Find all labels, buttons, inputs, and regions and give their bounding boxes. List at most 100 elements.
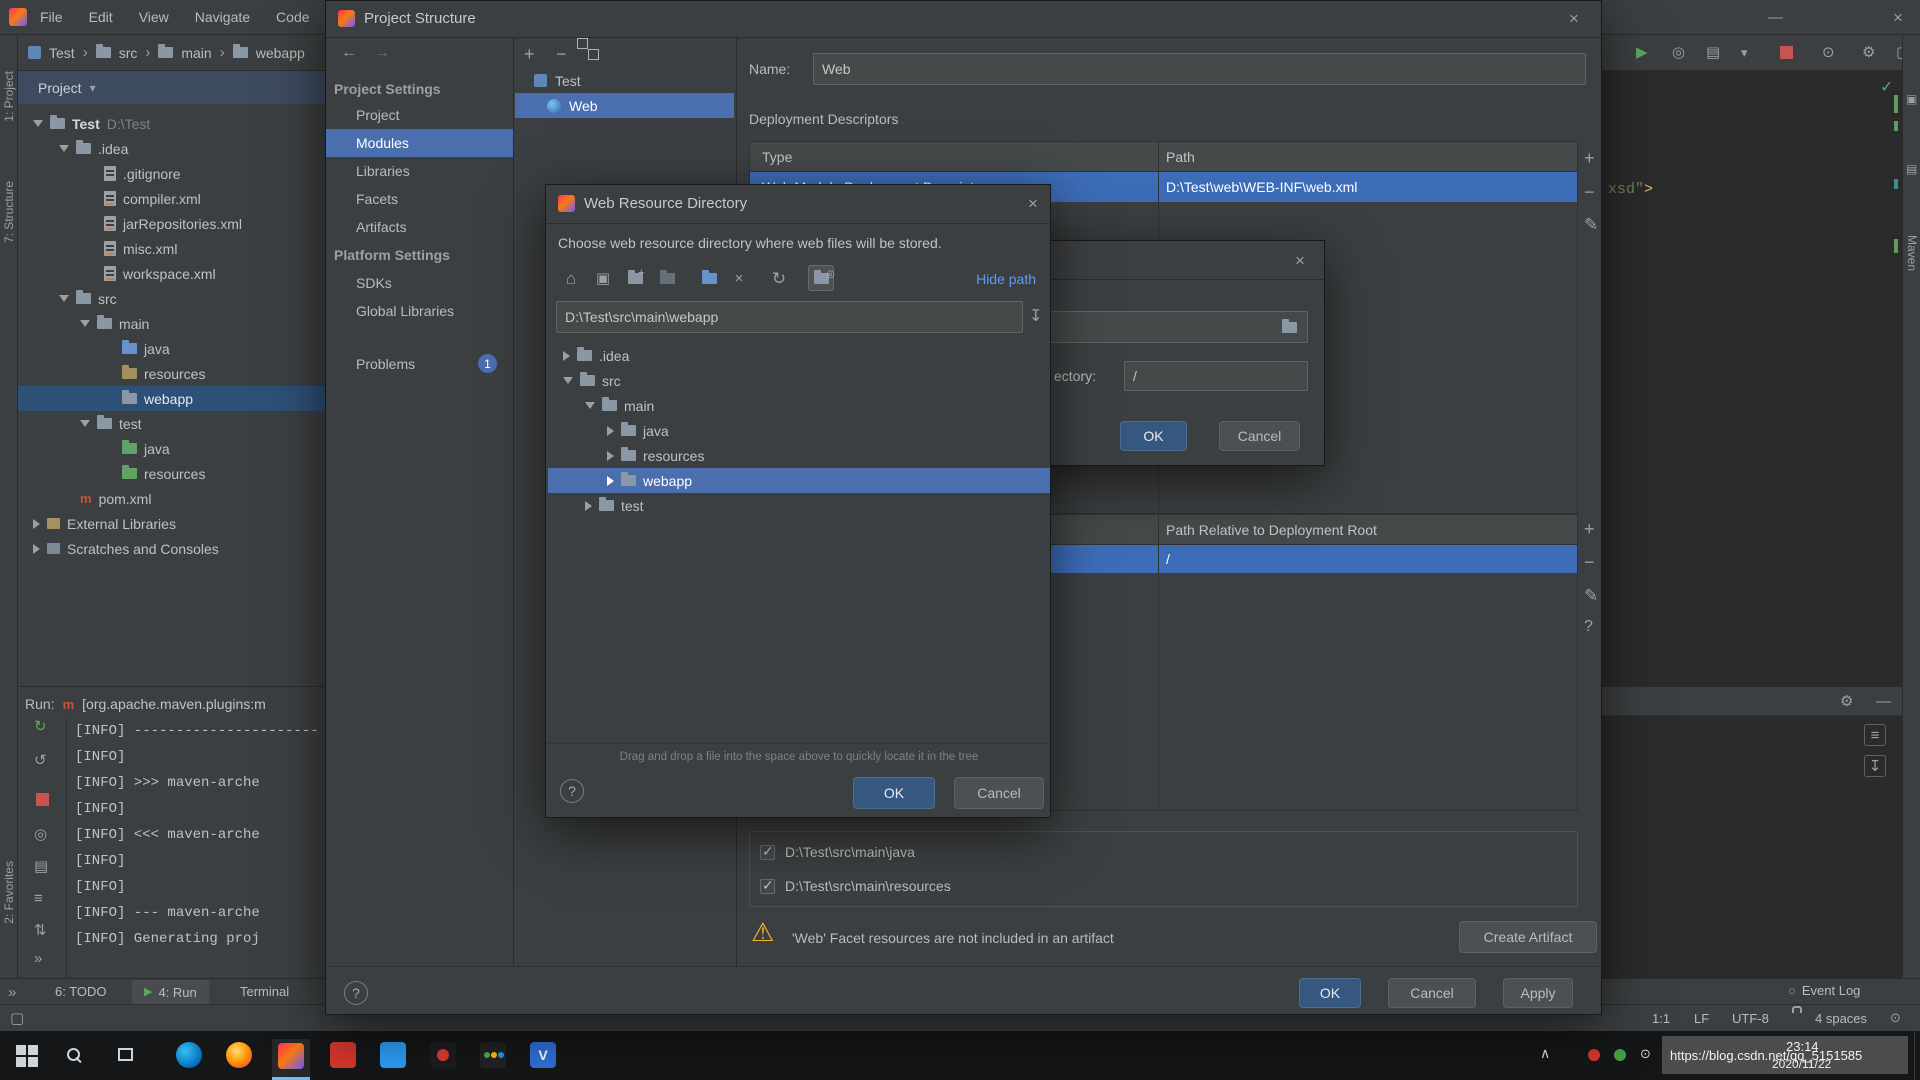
show-desktop-button[interactable] (1914, 1031, 1915, 1080)
edge-app-icon[interactable] (176, 1042, 202, 1068)
add-module-icon[interactable]: + (524, 45, 535, 63)
editor-area[interactable]: xsd"> ✓ (1602, 71, 1902, 686)
soft-wrap-icon[interactable]: ≡ (1864, 724, 1886, 746)
checkbox-checked-icon[interactable] (760, 877, 775, 894)
desktop-icon[interactable]: ▣ (590, 265, 616, 291)
cancel-button[interactable]: Cancel (1219, 421, 1300, 451)
menu-file[interactable]: File (40, 9, 63, 25)
column-header-relative-path[interactable]: Path Relative to Deployment Root (1166, 515, 1377, 545)
toolwindow-toggle-icon[interactable]: ▢ (10, 1011, 24, 1026)
ok-button[interactable]: OK (1120, 421, 1187, 451)
tool-stripe-favorites[interactable]: 2: Favorites (2, 861, 16, 924)
tray-green-icon[interactable] (1614, 1049, 1626, 1061)
resource-directory-field[interactable] (1031, 311, 1308, 343)
tree-row-main[interactable]: main (18, 311, 325, 336)
chevron-expanded-icon[interactable] (59, 295, 69, 302)
relative-path-field[interactable]: / (1124, 361, 1308, 391)
home-icon[interactable]: ⌂ (558, 265, 584, 291)
tree-row-test-root[interactable]: Test D:\Test (18, 111, 325, 136)
show-passed-icon[interactable]: ◎ (34, 827, 47, 842)
indent-widget[interactable]: 4 spaces (1815, 1011, 1867, 1026)
chevron-collapsed-icon[interactable] (607, 475, 614, 486)
chevron-expanded-icon[interactable] (563, 377, 573, 384)
delete-icon[interactable]: × (726, 265, 752, 291)
tree-row-main-java[interactable]: java (18, 336, 325, 361)
rerun-failed-icon[interactable]: ↺ (34, 753, 47, 768)
search-everywhere-icon[interactable]: ⊙ (1822, 45, 1835, 60)
chevron-collapsed-icon[interactable] (563, 350, 570, 361)
scroll-down-icon[interactable]: ↧ (1864, 755, 1886, 777)
panel-minimize-icon[interactable]: — (1876, 694, 1891, 709)
tab-run[interactable]: ▶ 4: Run (132, 980, 209, 1004)
chevron-down-icon[interactable]: ▾ (1741, 46, 1748, 59)
task-view-icon[interactable] (118, 1048, 133, 1061)
menu-navigate[interactable]: Navigate (195, 9, 250, 25)
start-button-icon[interactable] (16, 1045, 38, 1067)
tree-row-idea[interactable]: .idea (18, 136, 325, 161)
nav-project[interactable]: Project (326, 101, 513, 129)
locate-path-icon[interactable]: ↧ (1029, 309, 1042, 325)
inspection-check-icon[interactable]: ✓ (1880, 77, 1893, 97)
dialog-close-icon[interactable]: × (1028, 194, 1038, 214)
nav-sdks[interactable]: SDKs (326, 269, 513, 297)
line-separator-widget[interactable]: LF (1694, 1011, 1709, 1026)
tree-row-external-libraries[interactable]: External Libraries (18, 511, 325, 536)
encoding-widget[interactable]: UTF-8 (1732, 1011, 1769, 1026)
tree-row-workspace-xml[interactable]: workspace.xml (18, 261, 325, 286)
chevron-expanded-icon[interactable] (585, 402, 595, 409)
forward-icon[interactable]: → (374, 45, 390, 61)
wrd-remove-icon[interactable]: − (1584, 553, 1595, 571)
source-root-row[interactable]: D:\Test\src\main\java (760, 838, 915, 866)
chooser-row-idea[interactable]: .idea (548, 343, 1050, 368)
move-folder-icon[interactable] (696, 265, 722, 291)
chevron-collapsed-icon[interactable] (607, 450, 614, 461)
rerun-icon[interactable]: ↻ (34, 719, 47, 734)
window-minimize-icon[interactable]: — (1768, 10, 1783, 25)
tool-stripe-project[interactable]: 1: Project (2, 71, 16, 122)
debug-button[interactable]: ◎ (1672, 45, 1685, 60)
tree-row-gitignore[interactable]: .gitignore (18, 161, 325, 186)
tool-stripe-icon[interactable]: ▤ (1906, 163, 1917, 175)
wrd-help-icon[interactable]: ? (1584, 619, 1593, 635)
chevron-collapsed-icon[interactable] (607, 425, 614, 436)
idea-app-active-highlight[interactable] (272, 1039, 310, 1080)
nav-global-libraries[interactable]: Global Libraries (326, 297, 513, 325)
tool-stripe-icon[interactable]: ▣ (1906, 93, 1917, 105)
column-header-path[interactable]: Path (1166, 142, 1195, 172)
v-app-icon[interactable]: V (530, 1042, 556, 1068)
nav-libraries[interactable]: Libraries (326, 157, 513, 185)
vscode-app-icon[interactable] (380, 1042, 406, 1068)
cancel-button[interactable]: Cancel (1388, 978, 1476, 1008)
remove-module-icon[interactable]: − (556, 45, 567, 63)
breadcrumb-main[interactable]: main (181, 45, 211, 61)
tree-row-webapp-selected[interactable]: webapp (18, 386, 325, 411)
scroll-to-end-icon[interactable]: ⇅ (34, 923, 47, 938)
chevron-expanded-icon[interactable] (33, 120, 43, 127)
new-folder-icon[interactable]: + (622, 265, 648, 291)
module-tree-web-selected[interactable]: Web (515, 93, 734, 118)
tree-row-test[interactable]: test (18, 411, 325, 436)
help-button[interactable]: ? (344, 981, 368, 1005)
tray-expand-icon[interactable]: ∧ (1540, 1045, 1550, 1062)
stop-icon[interactable] (36, 793, 49, 806)
tree-row-test-resources[interactable]: resources (18, 461, 325, 486)
tab-terminal[interactable]: Terminal (240, 984, 289, 999)
tray-volume-icon[interactable]: ⊙ (1640, 1047, 1651, 1060)
browse-folder-icon[interactable] (1282, 318, 1297, 333)
menu-edit[interactable]: Edit (89, 9, 113, 25)
red-app-icon[interactable] (330, 1042, 356, 1068)
ok-button[interactable]: OK (853, 777, 935, 809)
error-stripe-mark[interactable] (1894, 121, 1898, 131)
chevron-expanded-icon[interactable] (80, 420, 90, 427)
console-view-icon[interactable]: ▤ (34, 859, 48, 874)
help-button[interactable]: ? (560, 779, 584, 803)
hide-path-link[interactable]: Hide path (976, 271, 1036, 287)
error-stripe-mark[interactable] (1894, 179, 1898, 189)
filter-icon[interactable]: ≡ (34, 891, 43, 906)
chevron-collapsed-icon[interactable] (585, 500, 592, 511)
error-stripe-mark[interactable] (1894, 239, 1898, 253)
chooser-row-resources[interactable]: resources (548, 443, 1050, 468)
show-hidden-toggle-icon[interactable]: ◎ (808, 265, 835, 291)
dialog-close-icon[interactable]: × (1295, 251, 1305, 271)
nav-modules-selected[interactable]: Modules (326, 129, 513, 157)
